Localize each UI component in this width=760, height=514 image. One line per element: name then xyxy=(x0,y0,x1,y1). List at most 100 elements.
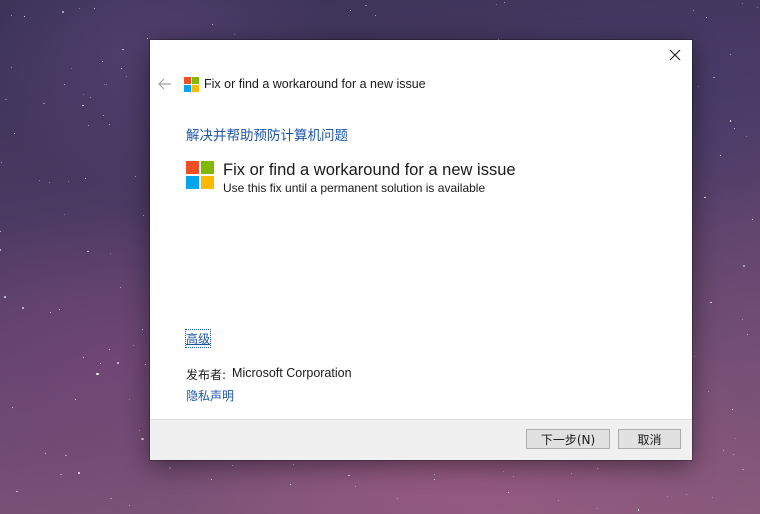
star xyxy=(38,180,40,182)
star xyxy=(666,495,668,498)
star xyxy=(741,318,743,320)
star xyxy=(82,105,84,107)
close-button[interactable] xyxy=(664,44,686,66)
star xyxy=(745,135,747,137)
back-button[interactable] xyxy=(156,75,174,93)
star xyxy=(751,218,753,220)
star xyxy=(96,372,99,376)
star xyxy=(105,83,107,85)
star xyxy=(141,438,144,441)
star xyxy=(504,1,505,3)
star xyxy=(79,8,80,9)
star xyxy=(12,407,14,409)
star xyxy=(742,468,744,471)
star xyxy=(210,479,212,481)
star xyxy=(99,362,101,364)
star xyxy=(138,429,140,431)
star xyxy=(692,9,694,11)
star xyxy=(43,102,45,104)
star xyxy=(121,68,123,70)
star xyxy=(0,230,2,232)
star xyxy=(756,7,759,9)
next-button[interactable]: 下一步(N) xyxy=(526,429,610,449)
star xyxy=(697,85,700,88)
star xyxy=(103,114,104,116)
star xyxy=(141,329,143,331)
privacy-statement-link[interactable]: 隐私声明 xyxy=(186,387,234,404)
star xyxy=(119,286,121,288)
star xyxy=(110,497,112,500)
star xyxy=(143,214,145,216)
star xyxy=(211,23,214,25)
microsoft-logo-icon xyxy=(186,161,214,189)
star xyxy=(75,398,76,400)
star xyxy=(117,362,120,365)
star xyxy=(375,15,377,17)
star xyxy=(706,17,708,19)
star xyxy=(685,494,687,496)
star xyxy=(713,77,715,79)
star xyxy=(733,127,735,129)
star xyxy=(71,68,73,70)
publisher-name: Microsoft Corporation xyxy=(232,366,352,380)
star xyxy=(693,355,695,357)
star xyxy=(733,453,735,455)
star xyxy=(10,15,12,17)
star xyxy=(16,491,18,493)
troubleshooter-item: Fix or find a workaround for a new issue… xyxy=(186,161,516,195)
item-subtitle: Use this fix until a permanent solution … xyxy=(223,181,486,195)
star xyxy=(64,83,66,85)
star xyxy=(558,500,559,501)
star xyxy=(87,250,89,252)
microsoft-logo-icon xyxy=(184,76,199,92)
cancel-button[interactable]: 取消 xyxy=(618,429,681,449)
star xyxy=(710,301,712,304)
star xyxy=(48,182,50,184)
dialog-footer: 下一步(N) 取消 xyxy=(150,419,692,460)
star xyxy=(126,76,128,78)
star xyxy=(734,437,736,439)
star xyxy=(64,214,66,216)
star xyxy=(433,478,435,480)
star xyxy=(13,132,16,134)
star xyxy=(292,463,294,466)
star xyxy=(743,265,746,268)
star xyxy=(83,357,85,359)
star xyxy=(11,66,12,68)
star xyxy=(59,308,61,310)
star xyxy=(729,53,731,55)
star xyxy=(62,10,65,13)
star xyxy=(3,295,7,298)
star xyxy=(571,473,573,475)
item-title: Fix or find a workaround for a new issue xyxy=(223,161,516,179)
star xyxy=(169,466,172,469)
star xyxy=(289,484,291,486)
star xyxy=(365,4,367,6)
star xyxy=(0,249,2,251)
close-icon xyxy=(669,49,681,61)
star xyxy=(732,408,734,411)
troubleshooter-dialog: Fix or find a workaround for a new issue… xyxy=(150,40,692,460)
star xyxy=(5,99,7,101)
title-bar: Fix or find a workaround for a new issue xyxy=(150,70,692,98)
star xyxy=(129,399,131,401)
star xyxy=(503,470,505,472)
advanced-link[interactable]: 高级 xyxy=(184,329,212,348)
star xyxy=(719,155,721,157)
star xyxy=(708,390,710,392)
star xyxy=(45,452,47,454)
star xyxy=(354,485,356,487)
star xyxy=(730,120,732,122)
star xyxy=(129,504,131,506)
star xyxy=(108,124,110,126)
star xyxy=(746,333,749,335)
star xyxy=(83,93,85,95)
star xyxy=(233,33,235,35)
star xyxy=(231,464,233,466)
star xyxy=(147,38,148,39)
star xyxy=(108,348,110,350)
star xyxy=(704,196,706,198)
star xyxy=(711,496,714,498)
page-heading: 解决并帮助预防计算机问题 xyxy=(186,128,348,144)
star xyxy=(1,161,3,163)
